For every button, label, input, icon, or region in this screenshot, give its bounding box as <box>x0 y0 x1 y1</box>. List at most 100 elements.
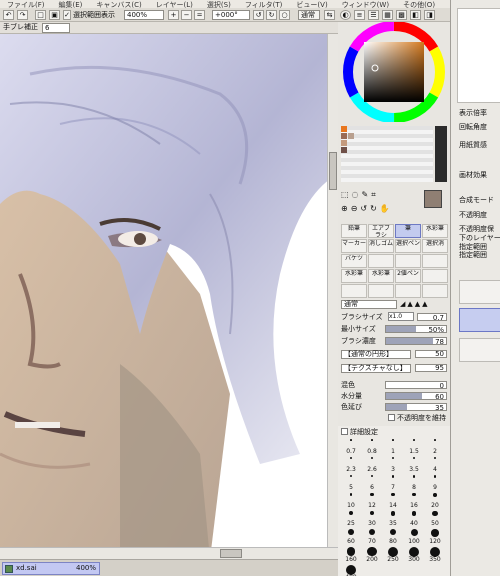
panel-toggle-icon[interactable]: ◧ <box>410 10 421 20</box>
primary-color-swatch[interactable] <box>424 190 442 208</box>
brush-size-option[interactable]: 300 <box>404 546 424 563</box>
layer-item-3[interactable] <box>459 338 500 362</box>
zoom-in-icon[interactable]: + <box>168 10 179 20</box>
layer-item-1[interactable] <box>459 280 500 304</box>
water-slider[interactable]: 60 <box>385 392 447 401</box>
brush-size-slider[interactable]: 0.7 <box>417 313 447 322</box>
menu-item-6[interactable]: ビュー(V) <box>289 1 334 8</box>
brush-size-option[interactable]: 100 <box>404 528 424 545</box>
swatch-grid[interactable] <box>341 126 433 182</box>
document-tab[interactable]: xd.sai 400% <box>2 562 100 575</box>
brush-size-option[interactable]: 60 <box>341 528 361 545</box>
stabilizer-select[interactable]: 6 <box>42 23 70 33</box>
brush-slot-2-0[interactable]: バケツ <box>341 254 367 268</box>
selection-tools-icon[interactable]: ⬚◌✎⌗ <box>341 190 379 200</box>
zoom-out-icon[interactable]: − <box>181 10 192 20</box>
list-view-icon[interactable]: ☰ <box>368 10 379 20</box>
brush-size-option[interactable]: 3 <box>383 456 403 473</box>
brush-slot-2-1[interactable] <box>368 254 394 268</box>
brush-size-option[interactable]: 200 <box>362 546 382 563</box>
brush-slot-4-0[interactable] <box>341 284 367 298</box>
menu-item-2[interactable]: キャンバス(C) <box>89 1 148 8</box>
mix-slider[interactable]: 0 <box>385 381 447 390</box>
canvas[interactable] <box>0 34 338 559</box>
brush-size-option[interactable]: 0.8 <box>362 438 382 455</box>
brush-shape-select[interactable]: 【通常の円形】 <box>341 350 411 359</box>
advanced-settings-checkbox[interactable] <box>341 428 348 435</box>
brush-slot-3-1[interactable]: 水彩筆 <box>368 269 394 283</box>
persistence-slider[interactable]: 35 <box>385 403 447 412</box>
brush-size-option[interactable]: 40 <box>404 510 424 527</box>
brush-size-option[interactable]: 0.7 <box>341 438 361 455</box>
brush-slot-3-2[interactable]: 2値ペン <box>395 269 421 283</box>
rotation-select[interactable]: +000° <box>212 10 250 20</box>
brush-slot-1-1[interactable]: 消しゴム <box>368 239 394 253</box>
brush-size-option[interactable]: 350 <box>425 546 445 563</box>
brush-size-option[interactable]: 250 <box>383 546 403 563</box>
brush-size-option[interactable]: 6 <box>362 474 382 491</box>
selection-display-checkbox[interactable]: ✓ <box>63 10 71 20</box>
texture-strength-slider[interactable]: 95 <box>415 364 447 372</box>
brush-size-option[interactable]: 30 <box>362 510 382 527</box>
flip-icon[interactable]: ⇆ <box>324 10 335 20</box>
canvas-horizontal-scrollbar[interactable] <box>0 547 338 559</box>
brush-slot-4-2[interactable] <box>395 284 421 298</box>
navigator-preview[interactable] <box>457 8 500 103</box>
brush-size-option[interactable]: 5 <box>341 474 361 491</box>
brush-slot-4-1[interactable] <box>368 284 394 298</box>
layer-item-2[interactable] <box>459 308 500 332</box>
brush-slot-1-0[interactable]: マーカー <box>341 239 367 253</box>
brush-size-option[interactable]: 16 <box>404 492 424 509</box>
brush-size-option[interactable]: 400 <box>341 564 361 576</box>
color-circle-icon[interactable]: ◐ <box>340 10 351 20</box>
brush-size-option[interactable]: 20 <box>425 492 445 509</box>
brush-size-option[interactable]: 1 <box>383 438 403 455</box>
invert-selection-icon[interactable]: ▣ <box>49 10 60 20</box>
brush-size-option[interactable]: 2.6 <box>362 456 382 473</box>
menu-item-4[interactable]: 選択(S) <box>200 1 238 8</box>
layer-view-icon[interactable]: ≡ <box>354 10 365 20</box>
density-slider[interactable]: 78 <box>385 337 447 346</box>
brush-slot-1-2[interactable]: 選択ペン <box>395 239 421 253</box>
brush-size-option[interactable]: 70 <box>362 528 382 545</box>
redo-icon[interactable]: ↷ <box>17 10 28 20</box>
scratch-pad-icon[interactable]: ▩ <box>396 10 407 20</box>
brush-slot-4-3[interactable] <box>422 284 448 298</box>
swatch-dark-column[interactable] <box>435 126 447 182</box>
brush-size-option[interactable]: 3.5 <box>404 456 424 473</box>
brush-size-option[interactable]: 2.3 <box>341 456 361 473</box>
brush-shape-icons[interactable]: ◢▲▲▲ <box>400 300 430 308</box>
brush-slot-0-3[interactable]: 水彩筆 <box>422 224 448 238</box>
min-size-slider[interactable]: 50% <box>385 325 447 334</box>
vertical-scroll-thumb[interactable] <box>329 152 337 190</box>
rotate-right-icon[interactable]: ↻ <box>266 10 277 20</box>
keep-opacity-checkbox[interactable] <box>388 414 395 421</box>
menu-item-1[interactable]: 編集(E) <box>52 1 90 8</box>
swatch-view-icon[interactable]: ▦ <box>382 10 393 20</box>
brush-size-option[interactable]: 10 <box>341 492 361 509</box>
canvas-vertical-scrollbar[interactable] <box>327 34 338 547</box>
brush-size-option[interactable]: 7 <box>383 474 403 491</box>
brush-size-option[interactable]: 25 <box>341 510 361 527</box>
brush-slot-0-1[interactable]: エアブラシ <box>368 224 394 238</box>
brush-slot-0-0[interactable]: 鉛筆 <box>341 224 367 238</box>
brush-size-option[interactable]: 50 <box>425 510 445 527</box>
brush-size-option[interactable]: 2 <box>425 438 445 455</box>
brush-size-option[interactable]: 160 <box>341 546 361 563</box>
brush-slot-3-0[interactable]: 水彩筆 <box>341 269 367 283</box>
navigation-tools-icon[interactable]: ⊕⊖↺↻✋ <box>341 204 393 213</box>
rotate-reset-icon[interactable]: ○ <box>279 10 290 20</box>
brush-size-option[interactable]: 8 <box>404 474 424 491</box>
brush-size-option[interactable]: 12 <box>362 492 382 509</box>
rotate-left-icon[interactable]: ↺ <box>253 10 264 20</box>
brush-size-option[interactable]: 80 <box>383 528 403 545</box>
horizontal-scroll-thumb[interactable] <box>220 549 242 558</box>
zoom-select[interactable]: 400% <box>124 10 164 20</box>
brush-size-option[interactable]: 1.5 <box>404 438 424 455</box>
panel-toggle-2-icon[interactable]: ◨ <box>424 10 435 20</box>
brush-size-option[interactable]: 9 <box>425 474 445 491</box>
brush-size-option[interactable]: 4 <box>425 456 445 473</box>
brush-size-multiplier[interactable]: x1.0 <box>388 312 414 321</box>
brush-size-option[interactable]: 35 <box>383 510 403 527</box>
brush-slot-2-3[interactable] <box>422 254 448 268</box>
